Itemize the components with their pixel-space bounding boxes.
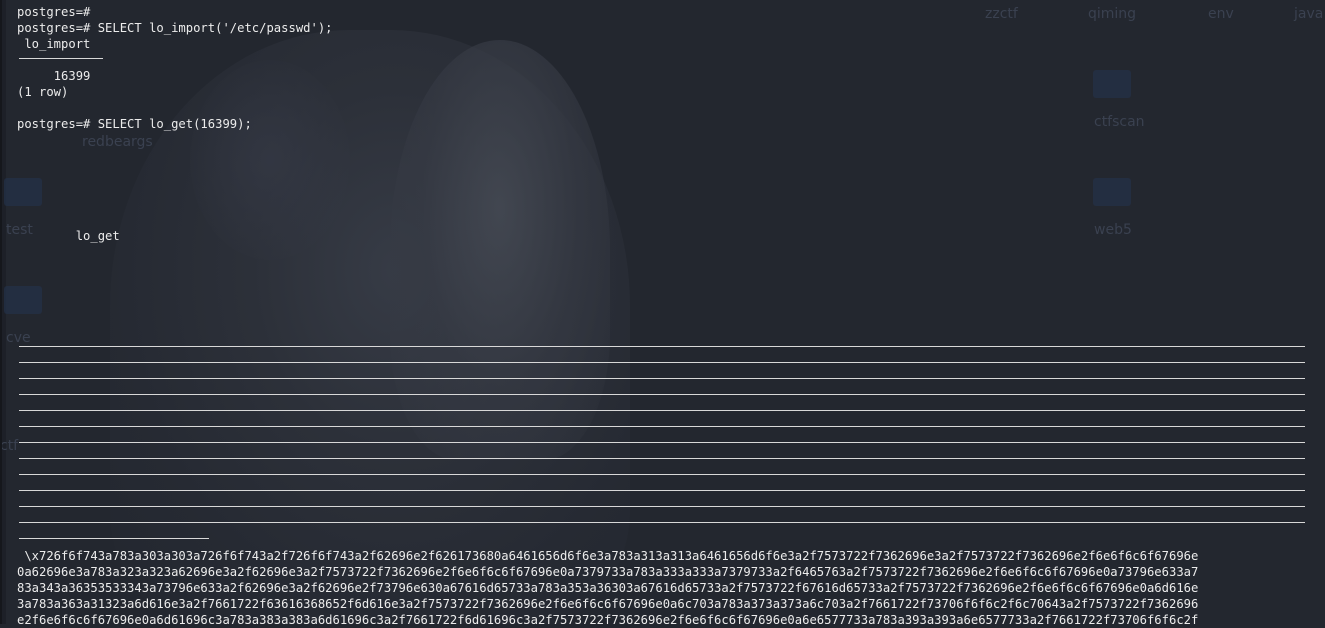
- column-separator: [19, 458, 1305, 459]
- wallpaper-illustration-face: [190, 60, 350, 260]
- hex-output-row: 83a343a36353533343a73796e633a2f62696e3a2…: [17, 581, 1199, 595]
- folder-icon[interactable]: [4, 178, 42, 206]
- command-line: postgres=# SELECT lo_import('/etc/passwd…: [17, 21, 333, 35]
- column-separator: [19, 490, 1305, 491]
- column-separator: [19, 506, 1305, 507]
- folder-icon[interactable]: [1093, 70, 1131, 98]
- column-separator: [19, 58, 103, 59]
- column-separator: [19, 410, 1305, 411]
- prompt-line: postgres=#: [17, 5, 91, 19]
- column-separator: [19, 522, 1305, 523]
- result-value: 16399: [17, 69, 91, 83]
- column-separator: [19, 426, 1305, 427]
- desktop-wallpaper: zzctf qiming env java ctfscan redbeargs …: [0, 0, 1325, 624]
- hex-output-row: 3a783a363a31323a6d616e3a2f7661722f636163…: [17, 597, 1199, 611]
- column-separator: [19, 394, 1305, 395]
- column-separator: [19, 346, 1305, 347]
- folder-icon[interactable]: [1093, 178, 1131, 206]
- desktop-icon-label: web5: [1094, 222, 1132, 238]
- desktop-icon-label: redbeargs: [82, 134, 153, 150]
- hex-output-row: \x726f6f743a783a303a303a726f6f743a2f726f…: [17, 549, 1199, 563]
- column-separator: [19, 538, 209, 539]
- desktop-icon-label: cve: [6, 330, 31, 346]
- column-separator: [19, 474, 1305, 475]
- command-line: postgres=# SELECT lo_get(16399);: [17, 117, 252, 131]
- hex-output-row: 0a62696e3a783a323a323a62696e3a2f62696e3a…: [17, 565, 1199, 579]
- desktop-icon-label: ctf: [0, 438, 19, 454]
- result-column-header: lo_import: [17, 37, 91, 51]
- row-count: (1 row): [17, 85, 69, 99]
- desktop-icon-label: zzctf: [985, 6, 1018, 22]
- column-separator: [19, 362, 1305, 363]
- hex-output-row: e2f6e6f6c6f67696e0a6d61696c3a783a383a383…: [17, 613, 1199, 627]
- desktop-icon-label: java: [1294, 6, 1324, 22]
- folder-icon[interactable]: [4, 286, 42, 314]
- desktop-icon-label: env: [1208, 6, 1234, 22]
- column-separator: [19, 378, 1305, 379]
- desktop-icon-label: qiming: [1088, 6, 1137, 22]
- result-column-header: lo_get: [17, 229, 120, 243]
- terminal-border: [0, 0, 2, 624]
- wallpaper-illustration-figure: [390, 40, 610, 460]
- column-separator: [19, 442, 1305, 443]
- desktop-icon-label: ctfscan: [1094, 114, 1145, 130]
